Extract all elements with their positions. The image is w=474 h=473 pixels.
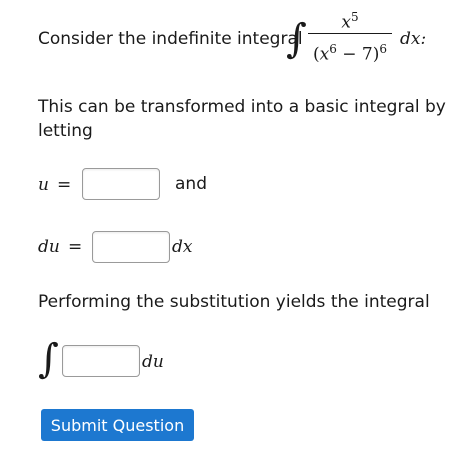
- du-label: du: [38, 237, 60, 257]
- result-integral-sign: ∫: [38, 336, 59, 382]
- du-equals: =: [68, 237, 83, 257]
- fraction-bar: [308, 33, 392, 34]
- numerator-base: x: [341, 12, 351, 33]
- integral-differential: dx:: [400, 29, 427, 49]
- denominator-base: x: [319, 44, 330, 65]
- fraction-denominator: (x6 − 7)6: [306, 38, 394, 66]
- du-answer-input[interactable]: [92, 231, 170, 263]
- numerator-exponent: 5: [350, 10, 359, 24]
- u-answer-input[interactable]: [82, 168, 160, 200]
- denominator-rest: − 7): [336, 44, 380, 65]
- dx-suffix: dx: [172, 237, 193, 257]
- transform-text-line2: letting: [38, 121, 93, 141]
- submit-question-button[interactable]: Submit Question: [41, 409, 194, 441]
- denominator-inner-exponent: 6: [329, 42, 337, 56]
- integral-answer-input[interactable]: [62, 345, 140, 377]
- u-equals: =: [57, 175, 72, 195]
- du-suffix: du: [142, 352, 164, 372]
- denominator-exponent: 6: [379, 42, 387, 56]
- transform-text-line1: This can be transformed into a basic int…: [38, 97, 446, 117]
- fraction-numerator: x5: [306, 6, 394, 34]
- substitution-text: Performing the substitution yields the i…: [38, 292, 430, 312]
- denominator-open-paren: (: [312, 44, 320, 65]
- integral-sign: ∫: [286, 16, 307, 62]
- u-label: u: [38, 175, 49, 195]
- question-intro: Consider the indefinite integral: [38, 29, 303, 49]
- integrand-fraction: x5 (x6 − 7)6: [306, 6, 394, 66]
- and-text: and: [175, 174, 207, 194]
